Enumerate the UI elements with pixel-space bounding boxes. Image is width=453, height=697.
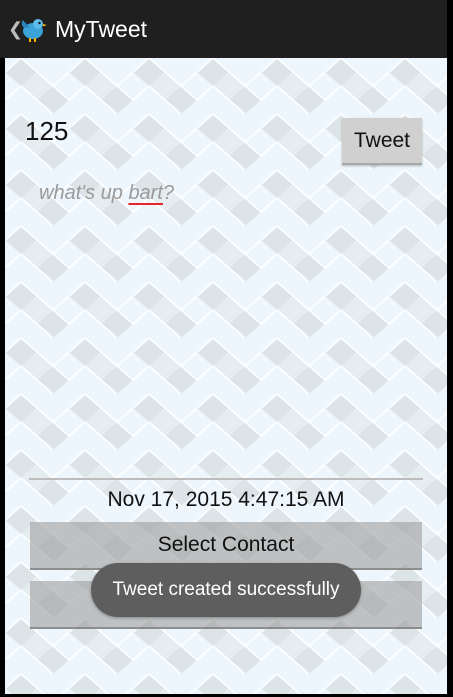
tweet-input[interactable]: what's up bart? xyxy=(39,182,174,205)
toast-message: Tweet created successfully xyxy=(91,563,361,617)
character-counter: 125 xyxy=(25,116,69,146)
action-bar: ❮ MyTweet xyxy=(0,0,447,58)
input-underline xyxy=(29,478,423,480)
app-screen: ❮ MyTweet 125 Tweet what's up bart? Nov … xyxy=(0,0,453,697)
tweet-input-text-end: ? xyxy=(162,182,175,204)
chevron-left-icon[interactable]: ❮ xyxy=(8,19,23,39)
tweet-input-text: what's up xyxy=(39,182,129,204)
tweet-button[interactable]: Tweet xyxy=(342,118,422,165)
date-text: Nov 17, 2015 4:47:15 AM xyxy=(107,488,345,511)
spellcheck-word: bart xyxy=(128,182,163,204)
app-title: MyTweet xyxy=(55,16,148,42)
bird-icon[interactable] xyxy=(18,14,48,44)
screen-edge xyxy=(447,0,453,697)
compose-screen: 125 Tweet what's up bart? Nov 17, 2015 4… xyxy=(5,58,447,694)
